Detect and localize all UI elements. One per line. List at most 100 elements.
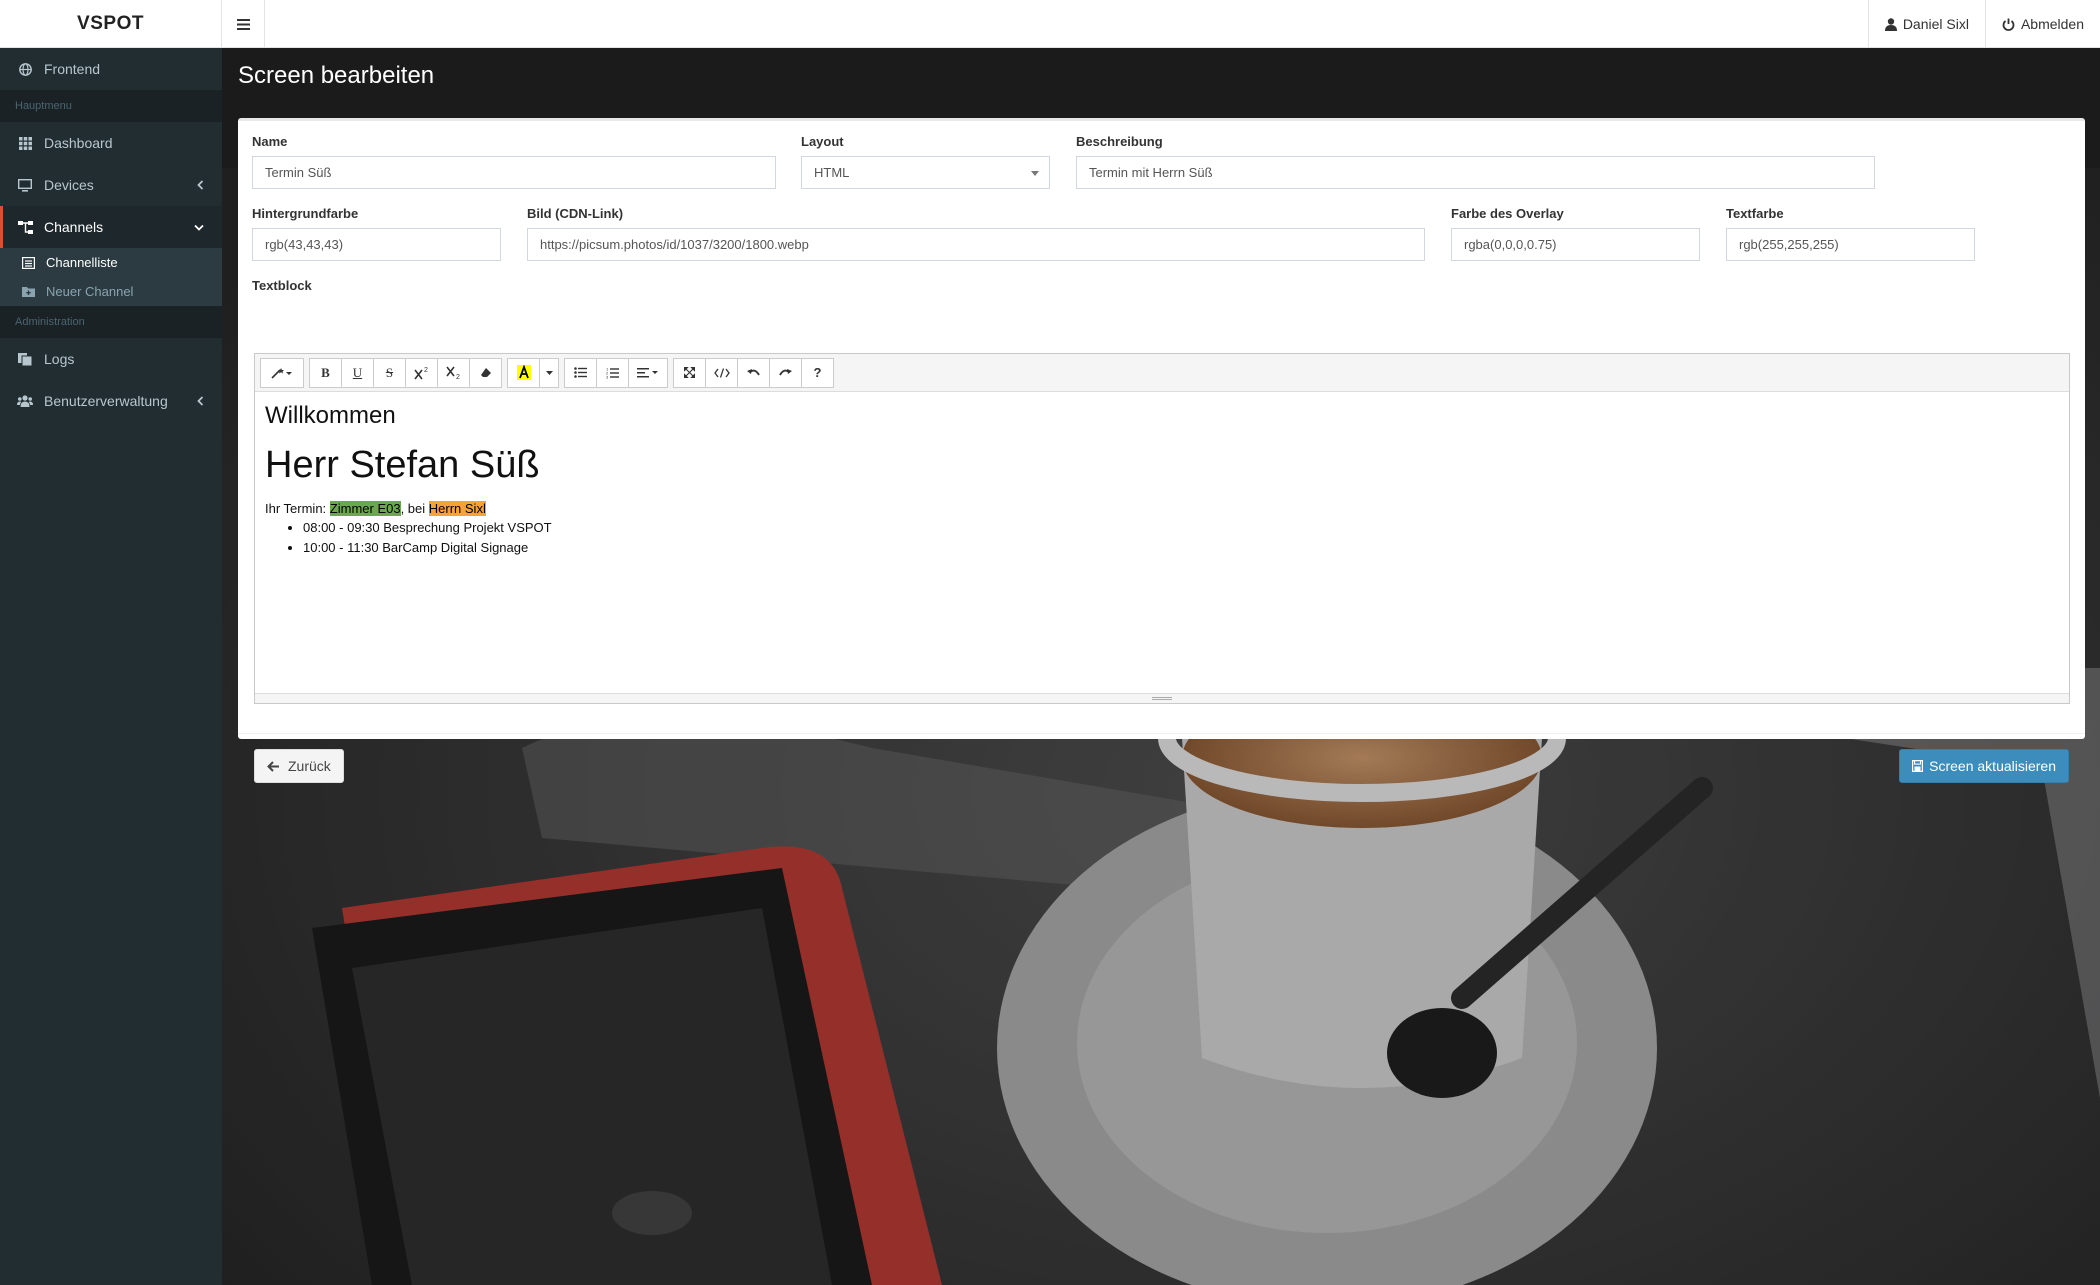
redo-icon bbox=[779, 369, 792, 376]
svg-text:3: 3 bbox=[606, 374, 609, 379]
fullscreen-button[interactable] bbox=[673, 357, 706, 388]
list-item: 08:00 - 09:30 Besprechung Projekt VSPOT bbox=[303, 518, 2059, 538]
sidebar-toggle-button[interactable] bbox=[222, 0, 265, 48]
color-dropdown-button[interactable] bbox=[539, 357, 559, 388]
folder-plus-icon bbox=[22, 286, 36, 297]
field-bgcolor: Hintergrundfarbe rgb(43,43,43) bbox=[252, 206, 501, 261]
sidebar-label-dashboard: Dashboard bbox=[44, 135, 113, 151]
grip-icon bbox=[1152, 697, 1172, 700]
host-highlight: Herrn Sixl bbox=[428, 501, 486, 516]
list-item: 10:00 - 11:30 BarCamp Digital Signage bbox=[303, 538, 2059, 558]
content-area: Screen bearbeiten Name Termin Süß Layout… bbox=[222, 48, 2100, 1285]
strikethrough-button[interactable]: S bbox=[373, 357, 406, 388]
chevron-left-icon bbox=[197, 380, 204, 422]
update-screen-label: Screen aktualisieren bbox=[1929, 758, 2056, 774]
users-icon bbox=[16, 395, 34, 407]
svg-text:2: 2 bbox=[456, 374, 460, 380]
paragraph-align-button[interactable] bbox=[628, 357, 668, 388]
code-icon bbox=[713, 367, 730, 378]
strikethrough-icon: S bbox=[385, 364, 394, 380]
sidebar-item-frontend[interactable]: Frontend bbox=[0, 48, 222, 90]
code-view-button[interactable] bbox=[705, 357, 738, 388]
sidebar-item-dashboard[interactable]: Dashboard bbox=[0, 122, 222, 164]
superscript-icon: 2 bbox=[413, 367, 428, 379]
description-input[interactable]: Termin mit Herrn Süß bbox=[1076, 156, 1875, 189]
editor-toolbar: B U S 2 2 123 ? bbox=[255, 354, 2069, 392]
textcolor-label: Textfarbe bbox=[1726, 206, 1784, 221]
bold-icon: B bbox=[321, 364, 330, 380]
edit-form-box: Name Termin Süß Layout HTML Beschreibung… bbox=[238, 118, 2085, 783]
brand-logo[interactable]: VSPOT bbox=[0, 0, 222, 48]
sidebar-label-new-channel: Neuer Channel bbox=[46, 284, 134, 299]
sidebar-label-channels: Channels bbox=[44, 219, 104, 235]
expand-icon bbox=[684, 367, 695, 378]
top-nav: Daniel Sixl Abmelden bbox=[1867, 0, 2100, 48]
underline-button[interactable]: U bbox=[341, 357, 374, 388]
user-icon bbox=[1884, 17, 1897, 31]
chevron-left-icon bbox=[197, 164, 204, 206]
hamburger-icon bbox=[236, 18, 250, 30]
description-label: Beschreibung bbox=[1076, 134, 1163, 149]
svg-text:2: 2 bbox=[424, 367, 428, 374]
overlay-input[interactable]: rgba(0,0,0,0.75) bbox=[1451, 228, 1700, 261]
sidebar-item-user-management[interactable]: Benutzerverwaltung bbox=[0, 380, 222, 422]
schedule-list: 08:00 - 09:30 Besprechung Projekt VSPOT … bbox=[303, 518, 2059, 558]
editor-content[interactable]: Willkommen Herr Stefan Süß Ihr Termin: Z… bbox=[255, 392, 2069, 568]
layout-label: Layout bbox=[801, 134, 844, 149]
rich-text-editor: B U S 2 2 123 ? Willkommen Herr Stefan S… bbox=[254, 353, 2070, 704]
logout-button[interactable]: Abmelden bbox=[1984, 0, 2100, 48]
superscript-button[interactable]: 2 bbox=[405, 357, 438, 388]
highlight-color-button[interactable] bbox=[507, 357, 540, 388]
content-appointment-line: Ihr Termin: Zimmer E03, bei Herrn Sixl bbox=[265, 501, 2059, 516]
globe-icon bbox=[16, 62, 34, 76]
power-icon bbox=[2002, 18, 2015, 31]
appointment-prefix: Ihr Termin: bbox=[265, 501, 330, 516]
undo-button[interactable] bbox=[737, 357, 770, 388]
help-button[interactable]: ? bbox=[801, 357, 834, 388]
name-label: Name bbox=[252, 134, 288, 149]
logout-label: Abmelden bbox=[2020, 16, 2084, 32]
update-screen-button[interactable]: Screen aktualisieren bbox=[1899, 749, 2069, 783]
chevron-down-icon bbox=[194, 206, 204, 248]
sidebar: Frontend Hauptmenu Dashboard Devices Cha… bbox=[0, 48, 222, 1285]
underline-icon: U bbox=[352, 364, 363, 380]
editor-resize-handle[interactable] bbox=[255, 693, 2069, 703]
save-icon bbox=[1912, 760, 1924, 772]
sidebar-label-user-management: Benutzerverwaltung bbox=[44, 393, 168, 409]
ordered-list-button[interactable]: 123 bbox=[596, 357, 629, 388]
layout-select[interactable]: HTML bbox=[801, 156, 1050, 189]
field-image: Bild (CDN-Link) https://picsum.photos/id… bbox=[527, 206, 1425, 261]
channels-submenu: Channelliste Neuer Channel bbox=[0, 248, 222, 306]
redo-button[interactable] bbox=[769, 357, 802, 388]
image-label: Bild (CDN-Link) bbox=[527, 206, 624, 221]
name-input[interactable]: Termin Süß bbox=[252, 156, 776, 189]
user-name: Daniel Sixl bbox=[1902, 16, 1969, 32]
list-ul-icon bbox=[574, 367, 587, 378]
textblock-label: Textblock bbox=[252, 278, 312, 293]
subscript-button[interactable]: 2 bbox=[437, 357, 470, 388]
back-button[interactable]: Zurück bbox=[254, 749, 344, 783]
clear-format-button[interactable] bbox=[469, 357, 502, 388]
textcolor-input[interactable]: rgb(255,255,255) bbox=[1726, 228, 1975, 261]
bold-button[interactable]: B bbox=[309, 357, 342, 388]
unordered-list-button[interactable] bbox=[564, 357, 597, 388]
sidebar-item-channels[interactable]: Channels bbox=[0, 206, 222, 248]
list-ol-icon: 123 bbox=[606, 367, 619, 379]
style-dropdown-button[interactable] bbox=[260, 357, 304, 388]
image-input[interactable]: https://picsum.photos/id/1037/3200/1800.… bbox=[527, 228, 1425, 261]
sidebar-item-logs[interactable]: Logs bbox=[0, 338, 222, 380]
font-color-icon bbox=[516, 365, 531, 380]
sidebar-label-devices: Devices bbox=[44, 177, 94, 193]
user-menu[interactable]: Daniel Sixl bbox=[1867, 0, 1985, 48]
sidebar-item-channel-list[interactable]: Channelliste bbox=[0, 248, 222, 277]
sidebar-item-devices[interactable]: Devices bbox=[0, 164, 222, 206]
subscript-icon: 2 bbox=[445, 366, 460, 380]
sidebar-label-channel-list: Channelliste bbox=[46, 255, 118, 270]
field-description: Beschreibung Termin mit Herrn Süß bbox=[1076, 134, 1875, 189]
align-left-icon bbox=[637, 367, 658, 377]
overlay-label: Farbe des Overlay bbox=[1451, 206, 1564, 221]
field-textcolor: Textfarbe rgb(255,255,255) bbox=[1726, 206, 1975, 261]
sidebar-item-new-channel[interactable]: Neuer Channel bbox=[0, 277, 222, 306]
bgcolor-input[interactable]: rgb(43,43,43) bbox=[252, 228, 501, 261]
eraser-icon bbox=[480, 368, 491, 377]
